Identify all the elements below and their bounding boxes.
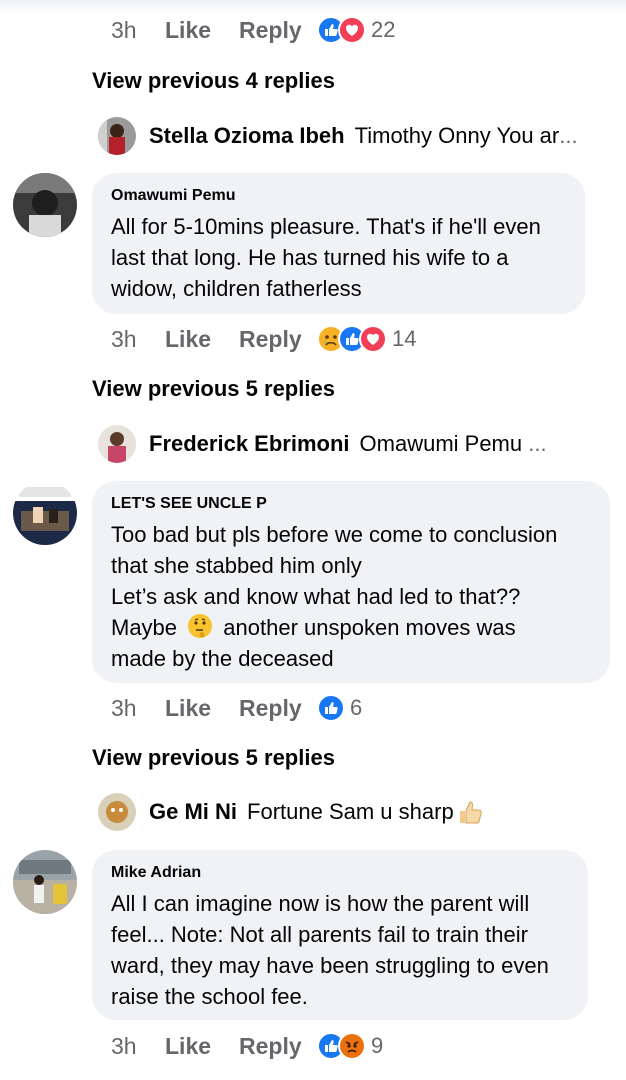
reaction-count: 14 (392, 326, 417, 351)
ellipsis: ... (528, 431, 547, 456)
reply-author[interactable]: Frederick Ebrimoni (149, 431, 350, 457)
love-emoji-icon (338, 16, 366, 44)
thinking-face-emoji-icon (187, 613, 213, 639)
reaction-summary[interactable]: 9 (317, 1032, 383, 1060)
comment-line: Let’s ask and know what had led to that?… (111, 584, 521, 609)
comment-line: feel... Note: Not all parents fail to tr… (111, 922, 528, 947)
reply-preview[interactable]: Stella Ozioma Ibeh Timothy Onny You ar..… (98, 117, 608, 155)
comment-actions: 3h Like Reply 22 (111, 13, 395, 47)
ellipsis: ... (559, 123, 578, 148)
reply-button[interactable]: Reply (239, 695, 317, 722)
like-emoji-icon (317, 694, 345, 722)
comment-bubble: Omawumi Pemu All for 5-10mins pleasure. … (92, 173, 585, 314)
reply-button[interactable]: Reply (239, 1033, 317, 1060)
view-previous-replies[interactable]: View previous 5 replies (92, 745, 335, 771)
reaction-summary[interactable]: 22 (317, 16, 395, 44)
reply-button[interactable]: Reply (239, 326, 317, 353)
angry-emoji-icon (338, 1032, 366, 1060)
timestamp: 3h (111, 325, 137, 352)
reply-preview[interactable]: Frederick Ebrimoni Omawumi Pemu ... (98, 425, 608, 463)
comment-text: All I can imagine now is how the parent … (111, 888, 570, 1012)
avatar[interactable] (98, 425, 136, 463)
comment-line: All for 5-10mins pleasure. That's if he'… (111, 214, 541, 239)
avatar[interactable] (13, 850, 77, 914)
reply-preview[interactable]: Ge Mi Ni Fortune Sam u sharp (98, 793, 608, 831)
timestamp: 3h (111, 694, 137, 721)
view-previous-replies[interactable]: View previous 4 replies (92, 68, 335, 94)
reaction-count: 9 (371, 1033, 384, 1058)
comment-line: All I can imagine now is how the parent … (111, 891, 530, 916)
comment-actions: 3h Like Reply 9 (111, 1029, 383, 1063)
top-divider (0, 0, 626, 14)
comment-line: Too bad but pls before we come to conclu… (111, 522, 558, 547)
comment-author[interactable]: Mike Adrian (111, 864, 570, 882)
comment-line: raise the school fee. (111, 984, 308, 1009)
reaction-summary[interactable]: 6 (317, 694, 362, 722)
comment-author[interactable]: Omawumi Pemu (111, 187, 567, 205)
comment-text-segment: another unspoken moves was (223, 615, 516, 640)
reply-author[interactable]: Ge Mi Ni (149, 799, 237, 825)
comment-text: Too bad but pls before we come to conclu… (111, 519, 592, 674)
like-button[interactable]: Like (165, 326, 239, 353)
comment-line: widow, children fatherless (111, 276, 362, 301)
reaction-count: 6 (350, 695, 363, 720)
comment-line: that she stabbed him only (111, 553, 362, 578)
like-button[interactable]: Like (165, 17, 239, 44)
reaction-count: 22 (371, 17, 396, 42)
comment-actions: 3h Like Reply 14 (111, 322, 416, 356)
comment-line: made by the deceased (111, 646, 334, 671)
reply-snippet: Omawumi Pemu (359, 431, 523, 456)
avatar[interactable] (13, 173, 77, 237)
like-button[interactable]: Like (165, 695, 239, 722)
comment-line: ward, they may have been struggling to e… (111, 953, 549, 978)
comment-text: All for 5-10mins pleasure. That's if he'… (111, 211, 567, 304)
comment-line: Maybe another unspoken moves was (111, 612, 592, 643)
timestamp: 3h (111, 1032, 137, 1059)
avatar[interactable] (13, 481, 77, 545)
avatar[interactable] (98, 793, 136, 831)
comment-actions: 3h Like Reply 6 (111, 691, 362, 725)
view-previous-replies[interactable]: View previous 5 replies (92, 376, 335, 402)
like-button[interactable]: Like (165, 1033, 239, 1060)
reply-author[interactable]: Stella Ozioma Ibeh (149, 123, 345, 149)
comment-text-segment: Maybe (111, 615, 178, 640)
timestamp: 3h (111, 16, 137, 43)
thumbs-up-emoji-icon (456, 798, 484, 826)
comment-line: last that long. He has turned his wife t… (111, 245, 509, 270)
love-emoji-icon (359, 325, 387, 353)
reply-snippet: Timothy Onny You ar (354, 123, 560, 148)
reply-snippet: Fortune Sam u sharp (247, 799, 454, 824)
avatar[interactable] (98, 117, 136, 155)
reaction-summary[interactable]: 14 (317, 325, 416, 353)
reply-button[interactable]: Reply (239, 17, 317, 44)
comment-author[interactable]: LET'S SEE UNCLE P (111, 495, 592, 513)
comment-bubble: LET'S SEE UNCLE P Too bad but pls before… (92, 481, 610, 683)
comment-bubble: Mike Adrian All I can imagine now is how… (92, 850, 588, 1020)
